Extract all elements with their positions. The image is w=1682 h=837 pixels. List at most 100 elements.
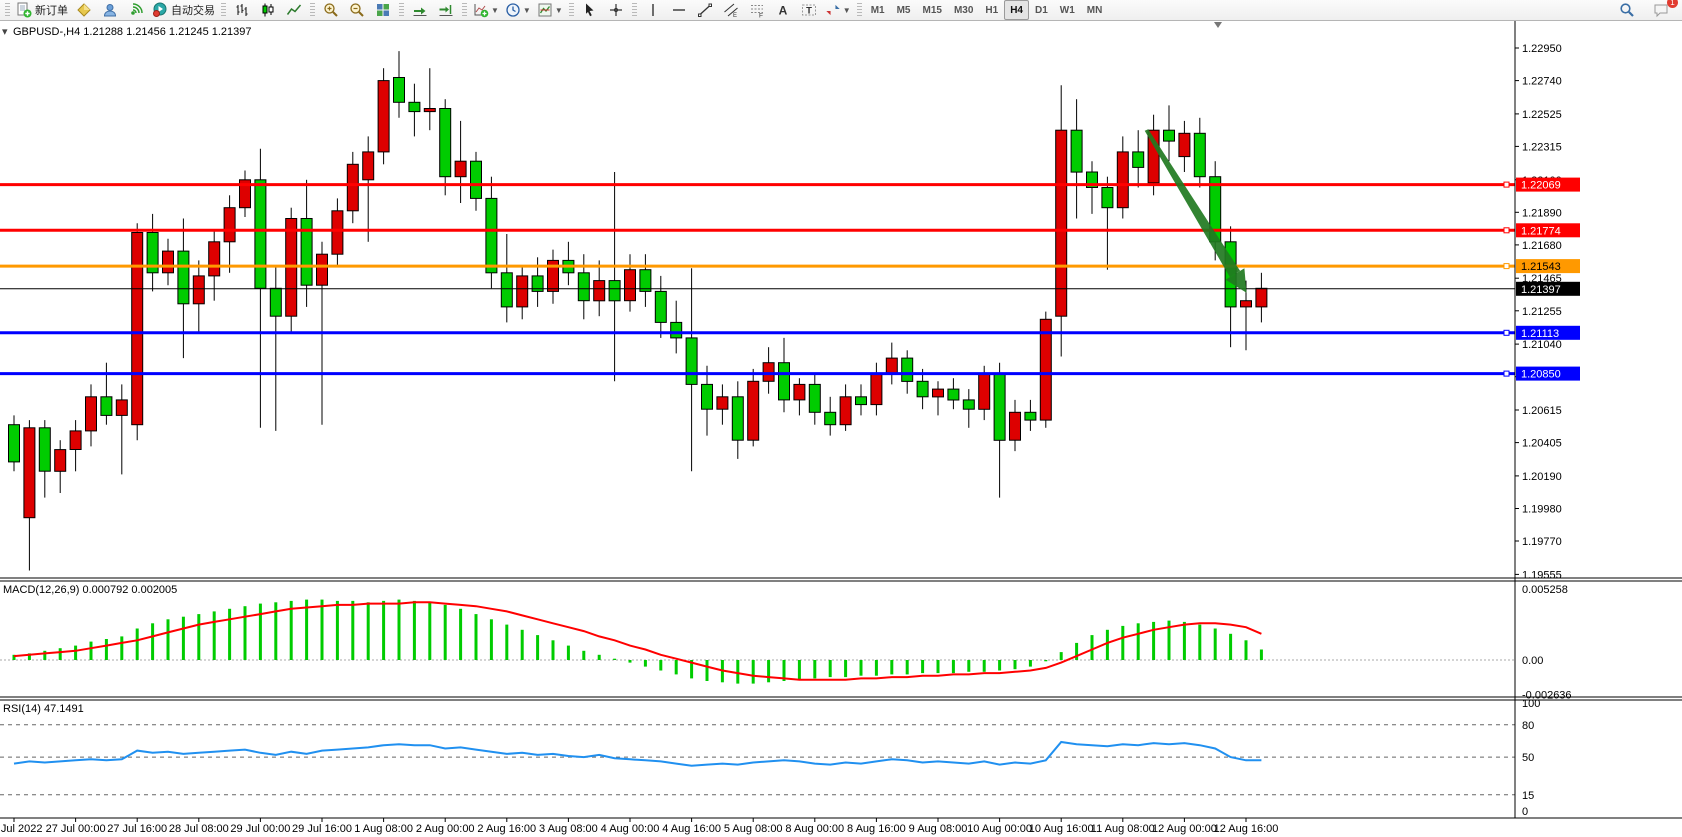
crosshair-icon (608, 2, 624, 18)
level-endpoint-handle[interactable] (1504, 264, 1509, 269)
timeframe-MN-button[interactable]: MN (1081, 0, 1109, 20)
level-endpoint-handle[interactable] (1504, 371, 1509, 376)
svg-text:4 Aug 00:00: 4 Aug 00:00 (601, 823, 660, 835)
channel-button[interactable]: E (718, 0, 744, 20)
chart-shift-button[interactable] (433, 0, 459, 20)
svg-text:12 Aug 16:00: 12 Aug 16:00 (1214, 823, 1279, 835)
new-order-label: 新订单 (35, 2, 68, 18)
candle-body (116, 400, 127, 416)
svg-text:1.21113: 1.21113 (1521, 328, 1559, 340)
zoom-out-button[interactable] (344, 0, 370, 20)
candle-body (440, 109, 451, 177)
svg-text:1 Aug 08:00: 1 Aug 08:00 (354, 823, 413, 835)
chart-shift-icon (438, 2, 454, 18)
auto-scroll-button[interactable] (407, 0, 433, 20)
candle-body (255, 180, 266, 288)
svg-text:5 Aug 08:00: 5 Aug 08:00 (724, 823, 783, 835)
chat-button[interactable]: 1 (1648, 0, 1674, 20)
profile-button[interactable] (71, 0, 97, 20)
candles-button[interactable] (255, 0, 281, 20)
price-axis-badge: 1.22069 (1516, 178, 1580, 192)
chevron-down-icon[interactable]: ▼ (843, 6, 851, 15)
window-collapse-icon[interactable]: ▾ (2, 26, 8, 38)
svg-text:1.20190: 1.20190 (1522, 471, 1562, 483)
toolbar-grip[interactable] (310, 3, 315, 17)
text-button[interactable]: A (770, 0, 796, 20)
timeframe-M1-button[interactable]: M1 (865, 0, 891, 20)
fibonacci-button[interactable]: F (744, 0, 770, 20)
line-chart-button[interactable] (281, 0, 307, 20)
candle-body (794, 384, 805, 400)
cursor-icon (582, 2, 598, 18)
toolbar-grip[interactable] (399, 3, 404, 17)
auto-scroll-icon (412, 2, 428, 18)
symbol-ohlc-label: GBPUSD-,H4 1.21288 1.21456 1.21245 1.213… (13, 26, 252, 38)
toolbar-grip[interactable] (462, 3, 467, 17)
level-endpoint-handle[interactable] (1504, 330, 1509, 335)
candle-body (1010, 412, 1021, 440)
chart-canvas[interactable]: ▾ GBPUSD-,H4 1.21288 1.21456 1.21245 1.21… (0, 21, 1682, 837)
tile-windows-icon (375, 2, 391, 18)
hline-button[interactable] (666, 0, 692, 20)
arrows-button[interactable]: ▼ (822, 0, 854, 20)
macd-indicator-label: MACD(12,26,9) 0.000792 0.002005 (3, 584, 177, 596)
periods-button[interactable]: ▼ (502, 0, 534, 20)
toolbar-grip[interactable] (632, 3, 637, 17)
candle-body (224, 208, 235, 242)
templates-button[interactable]: ▼ (534, 0, 566, 20)
chevron-down-icon[interactable]: ▼ (491, 6, 499, 15)
periods-icon (505, 2, 521, 18)
candle-body (948, 389, 959, 400)
metaeditor-button[interactable] (97, 0, 123, 20)
chevron-down-icon[interactable]: ▼ (555, 6, 563, 15)
indicators-button[interactable]: ▼ (470, 0, 502, 20)
text-label-button[interactable]: T (796, 0, 822, 20)
toolbar-group-orders: 新订单 自动交易 (13, 0, 218, 20)
search-button[interactable] (1614, 0, 1640, 20)
candle-body (270, 288, 281, 316)
timeframe-M5-button[interactable]: M5 (891, 0, 917, 20)
indicators-icon (473, 2, 489, 18)
chevron-down-icon[interactable]: ▼ (523, 6, 531, 15)
crosshair-button[interactable] (603, 0, 629, 20)
trendline-button[interactable] (692, 0, 718, 20)
cursor-button[interactable] (577, 0, 603, 20)
svg-text:F: F (759, 13, 763, 19)
candle-body (902, 358, 913, 381)
svg-text:100: 100 (1522, 698, 1540, 710)
tile-windows-button[interactable] (370, 0, 396, 20)
svg-text:1.21890: 1.21890 (1522, 207, 1562, 219)
svg-text:1.21255: 1.21255 (1522, 306, 1562, 318)
price-axis-badge: 1.21774 (1516, 223, 1580, 237)
bars-button[interactable] (229, 0, 255, 20)
svg-text:E: E (733, 13, 737, 18)
level-endpoint-handle[interactable] (1504, 182, 1509, 187)
toolbar-grip[interactable] (5, 3, 10, 17)
candle-body (301, 219, 312, 286)
timeframe-H1-button[interactable]: H1 (979, 0, 1004, 20)
toolbar-grip[interactable] (857, 3, 862, 17)
candle-body (1025, 412, 1036, 420)
line-chart-icon (286, 2, 302, 18)
timeframe-D1-button[interactable]: D1 (1029, 0, 1054, 20)
svg-text:1.21774: 1.21774 (1521, 225, 1561, 237)
candle-body (748, 381, 759, 440)
vline-button[interactable] (640, 0, 666, 20)
new-order-button[interactable]: 新订单 (13, 0, 71, 20)
timeframe-W1-button[interactable]: W1 (1054, 0, 1081, 20)
zoom-in-button[interactable] (318, 0, 344, 20)
timeframe-M30-button[interactable]: M30 (948, 0, 979, 20)
candle-body (1194, 133, 1205, 176)
svg-text:1.22315: 1.22315 (1522, 141, 1562, 153)
timeframe-M15-button[interactable]: M15 (917, 0, 948, 20)
toolbar-grip[interactable] (221, 3, 226, 17)
timeframe-H4-button[interactable]: H4 (1004, 0, 1029, 20)
chart-window[interactable]: ▾ GBPUSD-,H4 1.21288 1.21456 1.21245 1.21… (0, 21, 1682, 837)
signals-button[interactable] (123, 0, 149, 20)
candle-body (702, 384, 713, 409)
toolbar-grip[interactable] (569, 3, 574, 17)
autotrading-button[interactable]: 自动交易 (149, 0, 218, 20)
level-endpoint-handle[interactable] (1504, 228, 1509, 233)
candle-body (886, 358, 897, 374)
candle-body (471, 161, 482, 198)
